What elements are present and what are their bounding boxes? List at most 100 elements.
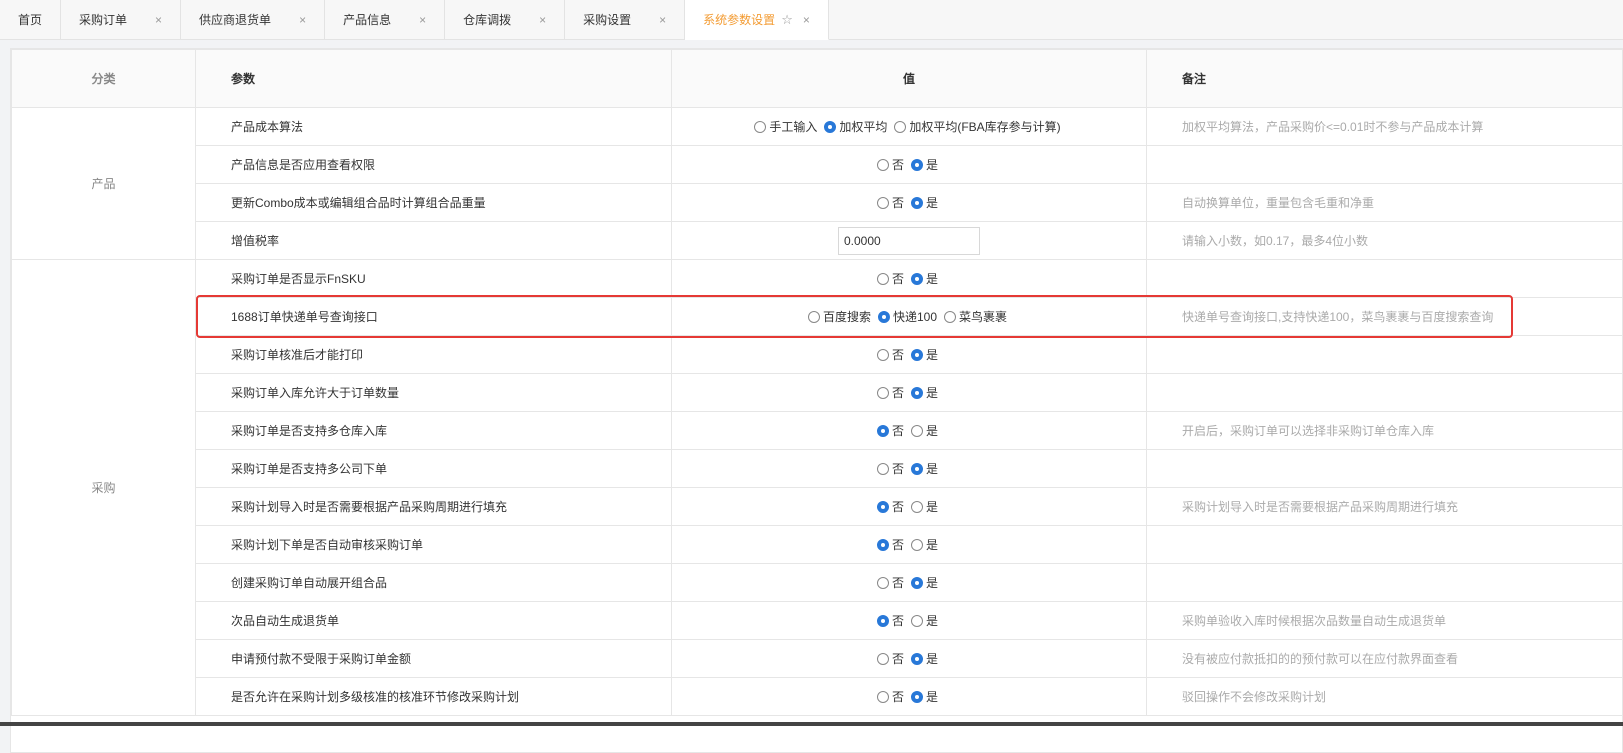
radio-option[interactable]: 否 [876,574,904,591]
tab-5[interactable]: 采购设置 × [565,0,686,40]
category-product: 产品 [11,107,196,260]
radio-option[interactable]: 否 [876,270,904,287]
close-icon[interactable]: × [155,0,162,40]
radio-button[interactable] [944,310,957,323]
radio-option[interactable]: 是 [911,422,938,439]
radio-button[interactable] [911,690,923,703]
tab-4[interactable]: 仓库调拨 × [445,0,566,40]
radio-button[interactable] [876,158,889,171]
radio-button[interactable] [876,690,889,703]
close-icon[interactable]: × [539,0,546,40]
radio-button[interactable] [911,462,923,475]
radio-button[interactable] [807,310,820,323]
param-value: 否是 [671,449,1147,488]
radio-button[interactable] [876,272,889,285]
param-value: 否是 [671,525,1147,564]
radio-option[interactable]: 否 [876,384,904,401]
close-icon[interactable]: × [803,0,810,40]
radio-button[interactable] [911,500,923,513]
radio-button[interactable] [876,500,889,513]
radio-button[interactable] [911,386,923,399]
bottom-scrollbar[interactable] [0,722,1623,726]
tab-0[interactable]: 首页 [0,0,62,40]
radio-option[interactable]: 百度搜索 [807,308,871,325]
param-value: 否是 [671,145,1147,184]
radio-option[interactable]: 否 [876,498,904,515]
radio-label: 菜鸟裹裹 [959,310,1008,324]
tab-bar: 首页 采购订单 × 供应商退货单 × 产品信息 × 仓库调拨 × 采购设置 × 系统参数设置 ☆ × [0,0,1623,40]
radio-button[interactable] [911,196,923,209]
radio-option[interactable]: 是 [911,574,938,591]
tab-1[interactable]: 采购订单 × [61,0,182,40]
radio-option[interactable]: 是 [911,460,938,477]
param-label: 增值税率 [195,221,672,260]
radio-option[interactable]: 是 [911,650,938,667]
radio-option[interactable]: 是 [911,498,938,515]
radio-button[interactable] [911,614,923,627]
radio-button[interactable] [876,462,889,475]
radio-option[interactable]: 否 [876,346,904,363]
radio-button[interactable] [911,348,923,361]
table-row: 产品 产品成本算法 手工输入 加权平均 加权平均(FBA库存参与计算) 加权平均算法，产品… [11,107,1622,260]
radio-option[interactable]: 否 [876,156,904,173]
radio-option[interactable]: 是 [911,156,938,173]
radio-button[interactable] [876,196,889,209]
close-icon[interactable]: × [299,0,306,40]
radio-option[interactable]: 否 [876,612,904,629]
radio-group: 否是 [876,688,941,705]
radio-button[interactable] [876,348,889,361]
radio-button[interactable] [894,120,907,133]
radio-option[interactable]: 否 [876,194,904,211]
tab-2[interactable]: 供应商退货单 × [181,0,326,40]
table-row: 采购计划下单是否自动审核采购订单否是 [12,525,1622,564]
vat-rate-input[interactable] [838,226,980,255]
radio-button[interactable] [911,424,923,437]
param-note: 驳回操作不会修改采购计划 [1146,677,1622,716]
radio-button[interactable] [824,120,837,133]
radio-option[interactable]: 是 [911,688,938,705]
radio-button[interactable] [876,576,889,589]
radio-option[interactable]: 是 [911,194,938,211]
star-icon[interactable]: ☆ [781,0,793,40]
radio-option[interactable]: 否 [876,422,904,439]
radio-label: 否 [891,196,904,210]
radio-button[interactable] [876,538,889,551]
radio-option[interactable]: 快递100 [877,308,937,325]
tab-6[interactable]: 系统参数设置 ☆ × [685,0,829,40]
table-row: 采购订单核准后才能打印否是 [12,335,1622,374]
tab-3[interactable]: 产品信息 × [325,0,446,40]
radio-button[interactable] [911,158,923,171]
radio-option[interactable]: 是 [911,536,938,553]
radio-button[interactable] [876,614,889,627]
radio-option[interactable]: 否 [876,650,904,667]
radio-button[interactable] [876,424,889,437]
table-row: 采购 采购订单是否显示FnSKU 否是 [11,259,1622,716]
param-note [1146,335,1622,374]
param-label: 采购订单是否支持多公司下单 [195,449,672,488]
close-icon[interactable]: × [419,0,426,40]
radio-option[interactable]: 是 [911,384,938,401]
radio-option[interactable]: 是 [911,612,938,629]
radio-label: 是 [926,614,939,628]
radio-button[interactable] [911,538,923,551]
radio-option[interactable]: 否 [876,460,904,477]
radio-option[interactable]: 菜鸟裹裹 [944,308,1007,325]
radio-button[interactable] [911,576,923,589]
radio-button[interactable] [877,310,890,323]
radio-label: 否 [891,424,904,438]
param-value: 否是 [671,563,1147,602]
radio-button[interactable] [876,386,889,399]
radio-option[interactable]: 否 [876,536,904,553]
radio-label: 是 [926,386,939,400]
radio-option[interactable]: 是 [911,346,938,363]
radio-button[interactable] [876,652,889,665]
radio-option[interactable]: 加权平均(FBA库存参与计算) [894,118,1061,135]
radio-button[interactable] [754,120,767,133]
close-icon[interactable]: × [659,0,666,40]
radio-option[interactable]: 加权平均 [824,118,887,135]
radio-button[interactable] [911,272,923,285]
radio-option[interactable]: 手工输入 [754,118,817,135]
radio-option[interactable]: 是 [911,270,938,287]
radio-button[interactable] [911,652,923,665]
radio-option[interactable]: 否 [876,688,904,705]
